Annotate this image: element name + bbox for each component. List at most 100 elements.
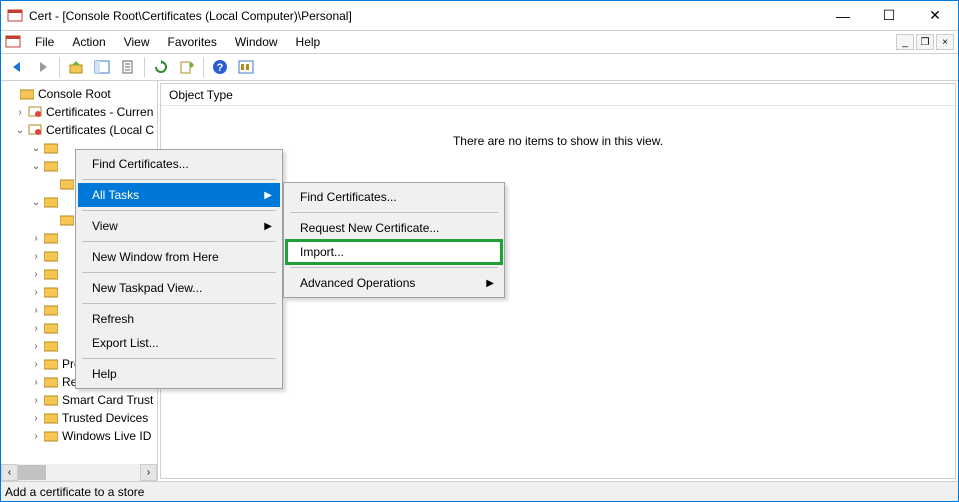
menu-separator (82, 358, 276, 359)
ctx-export-list[interactable]: Export List... (78, 331, 280, 355)
mmc-icon (7, 8, 23, 24)
folder-icon (43, 411, 59, 425)
tree-label: Certificates (Local C (46, 123, 154, 137)
expand-icon[interactable]: › (29, 431, 43, 442)
back-button[interactable] (5, 55, 29, 79)
folder-icon (43, 357, 59, 371)
expand-icon[interactable]: › (13, 107, 27, 118)
folder-icon (59, 213, 75, 227)
ctx-find-certificates[interactable]: Find Certificates... (78, 152, 280, 176)
mdi-minimize-button[interactable]: _ (896, 34, 914, 50)
tree-label: Smart Card Trust (62, 393, 153, 407)
scroll-left-button[interactable]: ‹ (1, 464, 18, 481)
menu-item-label: Advanced Operations (300, 276, 415, 290)
collapse-icon[interactable]: ⌄ (13, 125, 27, 136)
expand-icon[interactable]: › (29, 377, 43, 388)
folder-icon (43, 339, 59, 353)
window-title: Cert - [Console Root\Certificates (Local… (29, 9, 820, 23)
submenu-arrow-icon: ▶ (264, 221, 272, 232)
tree-label: Certificates - Curren (46, 105, 153, 119)
menu-file[interactable]: File (27, 33, 62, 51)
tree-root[interactable]: Console Root (1, 85, 157, 103)
ctx-sub-find-certificates[interactable]: Find Certificates... (286, 185, 502, 209)
ctx-help[interactable]: Help (78, 362, 280, 386)
tree-label: Windows Live ID (62, 429, 151, 443)
menu-separator (82, 303, 276, 304)
context-menu-primary: Find Certificates... All Tasks ▶ View ▶ Ne… (75, 149, 283, 389)
refresh-button[interactable] (149, 55, 173, 79)
expand-icon[interactable]: › (29, 269, 43, 280)
expand-icon[interactable]: › (29, 395, 43, 406)
ctx-refresh[interactable]: Refresh (78, 307, 280, 331)
menu-separator (82, 210, 276, 211)
tree-node-trusted-devices[interactable]: › Trusted Devices (1, 409, 157, 427)
mdi-close-button[interactable]: × (936, 34, 954, 50)
ctx-sub-request-new-certificate[interactable]: Request New Certificate... (286, 216, 502, 240)
column-header-object-type[interactable]: Object Type (161, 84, 955, 106)
collapse-icon[interactable]: ⌄ (29, 161, 43, 172)
menu-help[interactable]: Help (288, 33, 329, 51)
scroll-thumb[interactable] (18, 465, 46, 480)
toolbar-separator (59, 57, 60, 77)
ctx-view[interactable]: View ▶ (78, 214, 280, 238)
context-menu-all-tasks: Find Certificates... Request New Certifi… (283, 182, 505, 298)
help-button[interactable]: ? (208, 55, 232, 79)
mdi-restore-button[interactable]: ❐ (916, 34, 934, 50)
folder-icon (43, 429, 59, 443)
statusbar: Add a certificate to a store (1, 481, 958, 501)
folder-icon (43, 249, 59, 263)
mmc-doc-icon (5, 34, 21, 50)
ctx-new-window[interactable]: New Window from Here (78, 245, 280, 269)
expand-icon[interactable]: › (29, 413, 43, 424)
menu-action[interactable]: Action (64, 33, 113, 51)
collapse-icon[interactable]: ⌄ (29, 143, 43, 154)
expand-icon[interactable]: › (29, 233, 43, 244)
properties-button[interactable] (116, 55, 140, 79)
up-button[interactable] (64, 55, 88, 79)
expand-icon[interactable]: › (29, 251, 43, 262)
menu-separator (82, 179, 276, 180)
tree-horizontal-scrollbar[interactable]: ‹ › (1, 464, 157, 481)
tree-node-smart-card[interactable]: › Smart Card Trust (1, 391, 157, 409)
scroll-right-button[interactable]: › (140, 464, 157, 481)
tree-node-local-computer[interactable]: ⌄ Certificates (Local C (1, 121, 157, 139)
folder-icon (43, 285, 59, 299)
collapse-icon[interactable]: ⌄ (29, 197, 43, 208)
window-titlebar: Cert - [Console Root\Certificates (Local… (1, 1, 958, 31)
tree-label: Console Root (38, 87, 111, 101)
find-certificates-button[interactable] (234, 55, 258, 79)
folder-icon (43, 321, 59, 335)
show-hide-tree-button[interactable] (90, 55, 114, 79)
menu-window[interactable]: Window (227, 33, 286, 51)
menu-view[interactable]: View (116, 33, 158, 51)
menu-separator (290, 267, 498, 268)
expand-icon[interactable]: › (29, 305, 43, 316)
folder-icon (43, 267, 59, 281)
window-close-button[interactable]: ✕ (912, 1, 958, 30)
menu-favorites[interactable]: Favorites (160, 33, 225, 51)
ctx-sub-import[interactable]: Import... (286, 240, 502, 264)
ctx-all-tasks[interactable]: All Tasks ▶ (78, 183, 280, 207)
scroll-track[interactable] (18, 464, 140, 481)
folder-icon (59, 177, 75, 191)
expand-icon[interactable]: › (29, 287, 43, 298)
window-minimize-button[interactable]: — (820, 1, 866, 30)
expand-icon[interactable]: › (29, 323, 43, 334)
tree-label: Trusted Devices (62, 411, 148, 425)
window-maximize-button[interactable]: ☐ (866, 1, 912, 30)
export-list-button[interactable] (175, 55, 199, 79)
submenu-arrow-icon: ▶ (264, 190, 272, 201)
forward-button[interactable] (31, 55, 55, 79)
toolbar-separator (144, 57, 145, 77)
expand-icon[interactable]: › (29, 359, 43, 370)
ctx-new-taskpad[interactable]: New Taskpad View... (78, 276, 280, 300)
expand-icon[interactable]: › (29, 341, 43, 352)
svg-text:?: ? (217, 62, 224, 74)
menubar: File Action View Favorites Window Help _… (1, 31, 958, 53)
ctx-sub-advanced-operations[interactable]: Advanced Operations▶ (286, 271, 502, 295)
menu-item-label: View (92, 219, 118, 233)
menu-item-label: All Tasks (92, 188, 139, 202)
tree-node-windows-live[interactable]: › Windows Live ID (1, 427, 157, 445)
folder-icon (43, 141, 59, 155)
tree-node-current-user[interactable]: › Certificates - Curren (1, 103, 157, 121)
